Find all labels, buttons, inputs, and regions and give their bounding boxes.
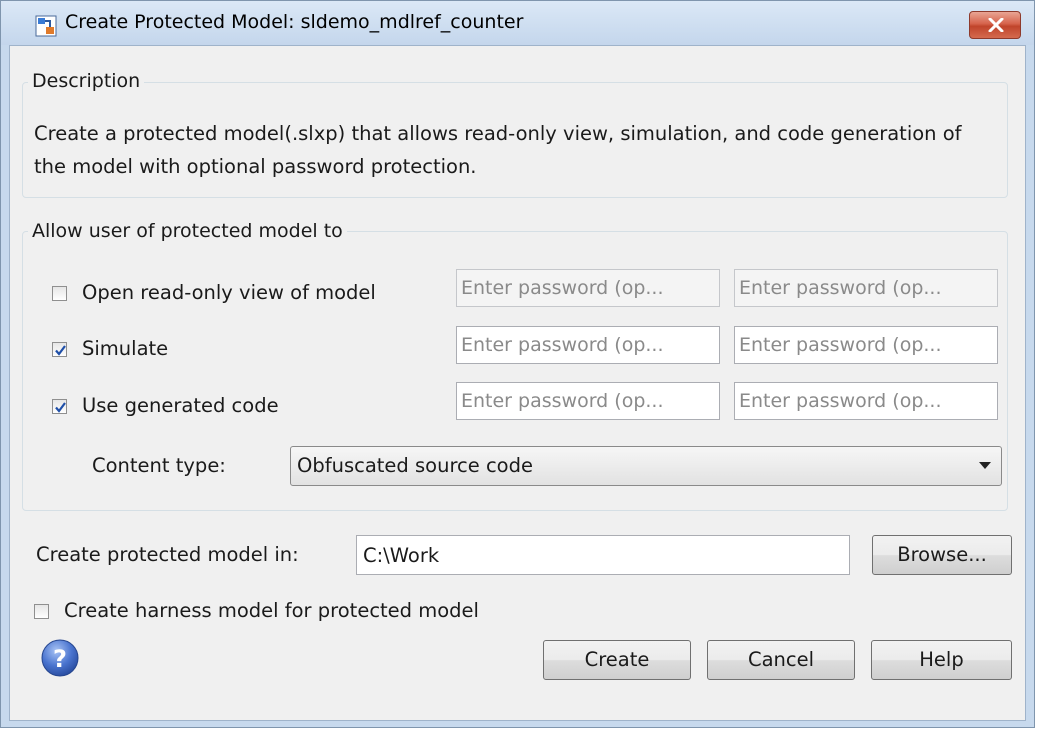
content-type-value: Obfuscated source code <box>297 454 533 477</box>
location-path-input[interactable] <box>356 535 850 575</box>
dialog-window: Create Protected Model: sldemo_mdlref_co… <box>0 0 1035 728</box>
cancel-button[interactable]: Cancel <box>707 640 855 680</box>
dialog-body: Description Create a protected model(.sl… <box>9 45 1026 721</box>
simulate-confirm-field[interactable] <box>734 326 998 364</box>
harness-label[interactable]: Create harness model for protected model <box>64 599 479 623</box>
simulate-password-field[interactable] <box>456 326 720 364</box>
svg-text:?: ? <box>53 645 67 673</box>
check-mark-icon <box>55 345 66 356</box>
simulink-model-icon <box>35 15 57 37</box>
description-text: Create a protected model(.slxp) that all… <box>34 122 962 178</box>
chevron-down-icon <box>979 462 991 469</box>
close-icon <box>988 18 1004 32</box>
open-readonly-label[interactable]: Open read-only view of model <box>82 281 376 305</box>
open-readonly-password-field[interactable] <box>456 269 720 307</box>
check-mark-icon <box>55 402 66 413</box>
location-label: Create protected model in: <box>36 543 299 566</box>
open-readonly-checkbox[interactable] <box>52 286 67 301</box>
content-type-dropdown[interactable]: Obfuscated source code <box>290 446 1002 486</box>
use-generated-code-confirm-field[interactable] <box>734 382 998 420</box>
simulate-checkbox[interactable] <box>52 342 67 357</box>
description-heading: Description <box>28 70 145 92</box>
use-generated-code-password-field[interactable] <box>456 382 720 420</box>
close-button[interactable] <box>969 11 1021 39</box>
help-button[interactable]: Help <box>871 640 1012 680</box>
question-mark-icon[interactable]: ? <box>40 638 80 678</box>
permissions-heading: Allow user of protected model to <box>28 220 347 242</box>
use-generated-code-checkbox[interactable] <box>52 399 67 414</box>
create-button[interactable]: Create <box>543 640 691 680</box>
content-type-label: Content type: <box>92 454 226 477</box>
window-title: Create Protected Model: sldemo_mdlref_co… <box>65 11 524 33</box>
simulate-label[interactable]: Simulate <box>82 337 168 361</box>
open-readonly-confirm-field[interactable] <box>734 269 998 307</box>
title-bar[interactable]: Create Protected Model: sldemo_mdlref_co… <box>1 1 1034 45</box>
use-generated-code-label[interactable]: Use generated code <box>82 394 279 418</box>
browse-button[interactable]: Browse... <box>872 535 1012 575</box>
harness-checkbox[interactable] <box>34 604 49 619</box>
